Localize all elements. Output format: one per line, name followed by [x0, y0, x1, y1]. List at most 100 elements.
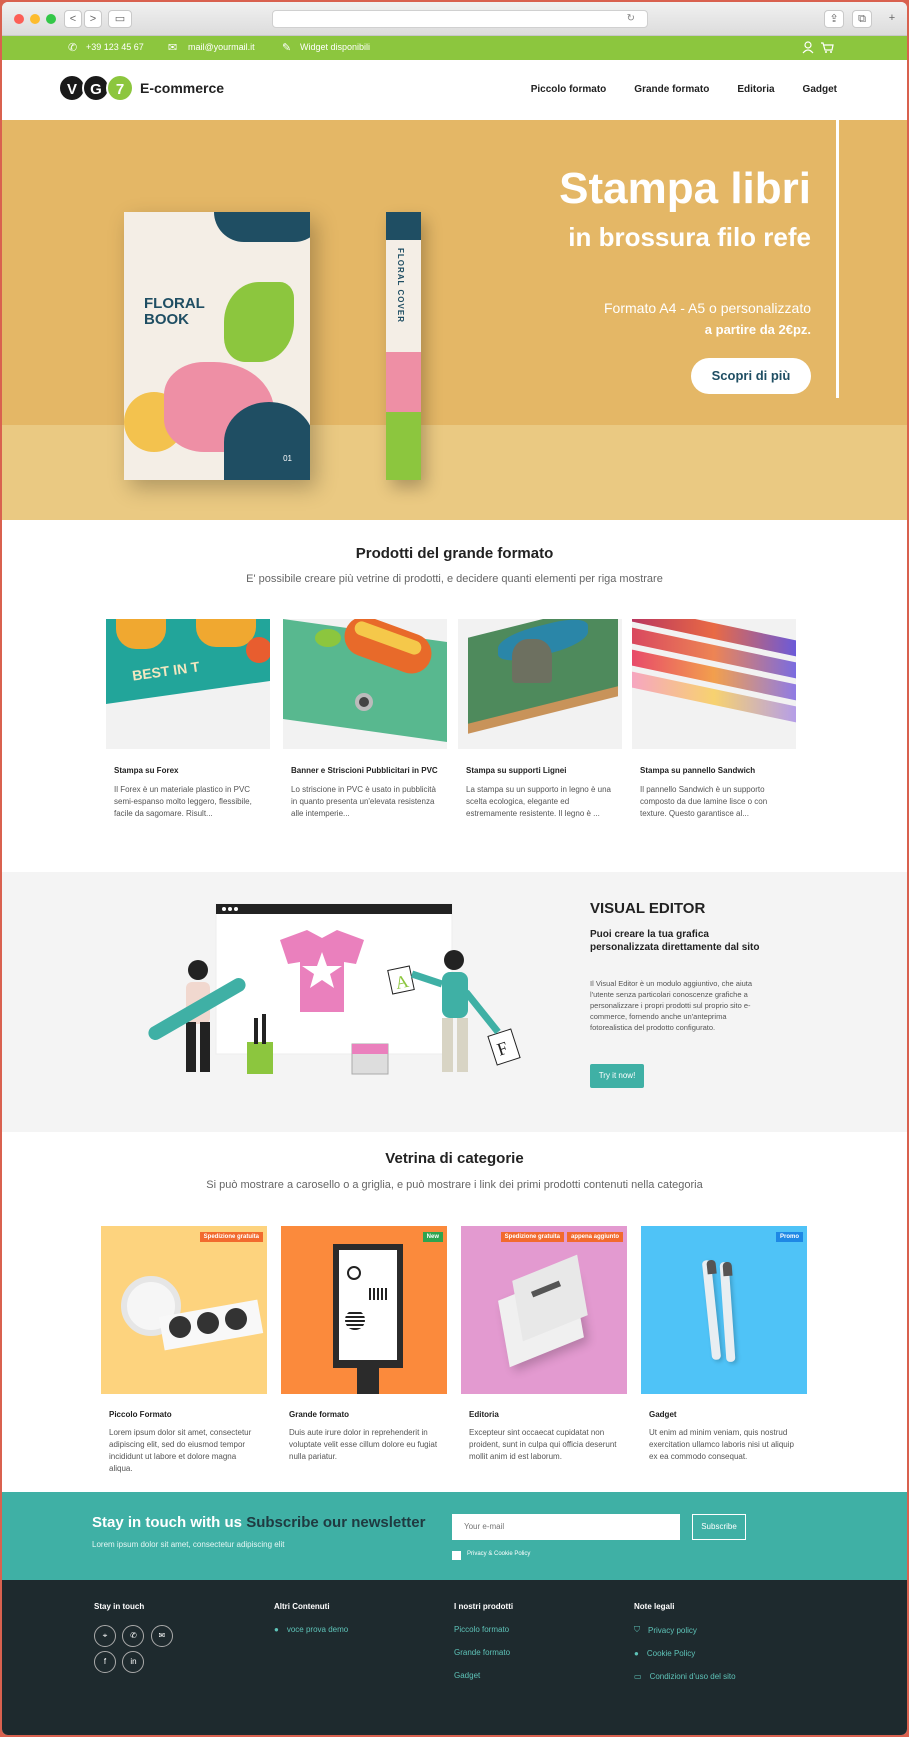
sidebar-toggle-icon[interactable]: ▭ [108, 10, 132, 28]
address-bar[interactable]: ↻ [272, 10, 648, 28]
category-image: New [281, 1226, 447, 1394]
footer-column-contact: Stay in touch ⌖ ✆ ✉ f in [94, 1602, 175, 1677]
hero-banner: FLORAL BOOK 01 FLORAL COVER Stampa libri… [2, 120, 907, 520]
category-image: Spedizione gratuita [101, 1226, 267, 1394]
cookie-icon: ● [634, 1649, 639, 1658]
privacy-checkbox[interactable] [452, 1551, 461, 1560]
footer-column-products: I nostri prodotti Piccolo formato Grande… [454, 1602, 513, 1694]
product-name: Stampa su supporti Lignei [466, 766, 567, 775]
user-icon[interactable] [802, 41, 814, 54]
products-subtitle: E' possibile creare più vetrine di prodo… [246, 573, 663, 585]
footer-link[interactable]: voce prova demo [287, 1625, 348, 1634]
browser-window: < > ▭ ↻ ⇪ ⧉ + ✆ +39 123 45 67 ✉ mail@you… [2, 2, 907, 1735]
book-spine-image: FLORAL COVER [386, 212, 421, 480]
shield-icon: ⛉ [634, 1625, 640, 1634]
shipping-badge: Spedizione gratuita [199, 1232, 263, 1242]
visual-editor-description: Il Visual Editor è un modulo aggiuntivo,… [590, 979, 753, 1032]
product-image-banner [283, 619, 447, 749]
back-button[interactable]: < [64, 10, 82, 28]
products-title: Prodotti del grande formato [355, 545, 554, 562]
visual-editor-subtitle: Puoi creare la tua grafica personalizzat… [590, 929, 760, 953]
product-image-forex: BEST IN T [106, 619, 270, 749]
footer-heading: Note legali [634, 1602, 675, 1611]
category-card-gadget[interactable]: Promo Gadget Ut enim ad minim veniam, qu… [641, 1226, 807, 1463]
minimize-window-button[interactable] [30, 14, 40, 24]
book-title: FLORAL BOOK [144, 295, 205, 328]
maximize-window-button[interactable] [46, 14, 56, 24]
newsletter-title-dark: Subscribe our newsletter [246, 1514, 426, 1531]
category-description: Duis aute irure dolor in reprehenderit i… [289, 1428, 438, 1461]
book-cover-image: FLORAL BOOK 01 [124, 212, 310, 480]
footer-link[interactable]: Gadget [454, 1671, 513, 1680]
footer-link[interactable]: Grande formato [454, 1648, 513, 1657]
product-name: Banner e Striscioni Pubblicitari in PVC [291, 766, 438, 775]
hero-subtitle: in brossura filo refe [568, 222, 811, 252]
linkedin-icon[interactable]: in [122, 1651, 145, 1673]
monitor-icon: ▭ [634, 1672, 642, 1681]
footer-heading: Altri Contenuti [274, 1602, 330, 1611]
category-card-piccolo-formato[interactable]: Spedizione gratuita Piccolo Formato Lore… [101, 1226, 267, 1475]
widget-link[interactable]: Widget disponibili [300, 42, 370, 52]
category-name: Piccolo Formato [109, 1410, 172, 1419]
close-window-button[interactable] [14, 14, 24, 24]
categories-title: Vetrina di categorie [385, 1150, 524, 1167]
hero-price-text: a partire da 2€pz. [704, 322, 811, 337]
product-card-sandwich[interactable]: Stampa su pannello Sandwich Il pannello … [632, 619, 796, 820]
category-card-editoria[interactable]: Spedizione gratuita appena aggiunto Edit… [461, 1226, 627, 1463]
menu-item-piccolo-formato[interactable]: Piccolo formato [531, 84, 607, 95]
product-name: Stampa su Forex [114, 766, 179, 775]
email-input[interactable] [452, 1514, 680, 1540]
try-it-now-button[interactable]: Try it now! [590, 1064, 644, 1088]
contact-phone[interactable]: +39 123 45 67 [86, 42, 144, 52]
pencil-icon: ✎ [282, 42, 292, 54]
new-tab-icon[interactable]: + [882, 10, 902, 28]
phone-icon[interactable]: ✆ [122, 1625, 145, 1647]
hero-divider [836, 120, 839, 398]
privacy-label[interactable]: Privacy & Cookie Policy [467, 1551, 530, 1557]
product-card-wood[interactable]: Stampa su supporti Lignei La stampa su u… [458, 619, 622, 820]
site-header: V G 7 E-commerce Piccolo formato Grande … [2, 60, 907, 120]
site-logo[interactable]: V G 7 E-commerce [58, 74, 224, 102]
product-card-banner[interactable]: Banner e Striscioni Pubblicitari in PVC … [283, 619, 447, 820]
footer-link[interactable]: Cookie Policy [647, 1649, 695, 1658]
forward-button[interactable]: > [84, 10, 102, 28]
visual-editor-section: A F VISUAL EDITOR Puoi creare la tua gra… [2, 872, 907, 1132]
hero-title: Stampa libri [559, 164, 811, 213]
share-icon[interactable]: ⇪ [824, 10, 844, 28]
product-description: Lo striscione in PVC è usato in pubblici… [291, 785, 436, 818]
facebook-icon[interactable]: f [94, 1651, 116, 1673]
product-image-sandwich [632, 619, 796, 749]
menu-item-gadget[interactable]: Gadget [803, 84, 837, 95]
just-added-badge: appena aggiunto [567, 1232, 623, 1242]
contact-bar: ✆ +39 123 45 67 ✉ mail@yourmail.it ✎ Wid… [2, 36, 907, 60]
newsletter-title: Stay in touch with us Subscribe our news… [92, 1514, 425, 1531]
cart-icon[interactable] [820, 41, 834, 54]
footer-heading: Stay in touch [94, 1602, 145, 1611]
location-icon[interactable]: ⌖ [94, 1625, 116, 1647]
reload-icon[interactable]: ↻ [627, 13, 635, 24]
category-card-grande-formato[interactable]: New Grande formato Duis aute irure dolor… [281, 1226, 447, 1463]
category-description: Lorem ipsum dolor sit amet, consectetur … [109, 1428, 252, 1473]
product-card-forex[interactable]: BEST IN T Stampa su Forex Il Forex è un … [106, 619, 270, 820]
main-menu: Piccolo formato Grande formato Editoria … [531, 84, 837, 95]
menu-item-editoria[interactable]: Editoria [737, 84, 774, 95]
menu-item-grande-formato[interactable]: Grande formato [634, 84, 709, 95]
browser-toolbar: < > ▭ ↻ ⇪ ⧉ + [2, 2, 907, 36]
product-name: Stampa su pannello Sandwich [640, 766, 756, 775]
logo-letter: 7 [106, 74, 134, 102]
footer-link[interactable]: Privacy policy [648, 1626, 697, 1635]
footer-link[interactable]: Condizioni d'uso del sito [650, 1672, 736, 1681]
category-name: Grande formato [289, 1410, 350, 1419]
product-image-wood [458, 619, 622, 749]
phone-icon: ✆ [68, 42, 78, 54]
editor-illustration: A F [148, 903, 521, 1075]
category-description: Ut enim ad minim veniam, quis nostrud ex… [649, 1428, 794, 1461]
contact-email[interactable]: mail@yourmail.it [188, 42, 255, 52]
hero-format-text: Formato A4 - A5 o personalizzato [604, 300, 811, 316]
promo-badge: Promo [775, 1232, 803, 1242]
discover-more-button[interactable]: Scopri di più [691, 358, 811, 394]
footer-link[interactable]: Piccolo formato [454, 1625, 513, 1634]
mail-icon[interactable]: ✉ [150, 1625, 173, 1647]
subscribe-button[interactable]: Subscribe [692, 1514, 746, 1540]
tabs-icon[interactable]: ⧉ [852, 10, 872, 28]
